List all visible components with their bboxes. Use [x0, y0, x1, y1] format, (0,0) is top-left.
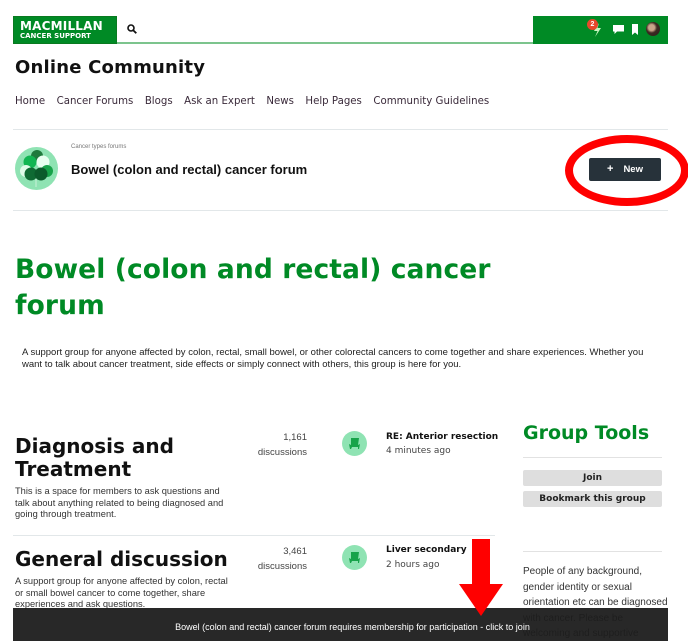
latest-post-link[interactable]: RE: Anterior resection c [386, 432, 498, 442]
armchair-icon [342, 431, 367, 456]
notification-badge: 2 [587, 19, 598, 30]
logo-line-2: CANCER SUPPORT [20, 32, 91, 40]
chat-icon[interactable] [613, 25, 624, 34]
group-divider [13, 535, 495, 536]
logo-line-1: MACMILLAN [20, 19, 103, 33]
nav-blogs[interactable]: Blogs [145, 96, 173, 107]
macmillan-logo[interactable]: MACMILLAN CANCER SUPPORT [13, 16, 117, 44]
page-title: Bowel (colon and rectal) cancer forum [15, 254, 491, 321]
armchair-icon [342, 545, 367, 570]
breadcrumb[interactable]: Cancer types forums [71, 144, 126, 150]
search-bar[interactable] [117, 16, 533, 44]
balloons-icon [15, 147, 58, 190]
nav-help-pages[interactable]: Help Pages [305, 96, 361, 107]
new-button-label: New [623, 164, 643, 175]
latest-post-link[interactable]: Liver secondary [386, 545, 498, 555]
latest-post-time: 4 minutes ago [386, 446, 451, 456]
count-label: discussions [257, 447, 307, 458]
banner-text[interactable]: Bowel (colon and rectal) cancer forum re… [175, 622, 530, 632]
header-divider-bottom [13, 210, 668, 211]
join-button[interactable]: Join [523, 470, 662, 486]
group-item[interactable]: Diagnosis and Treatment This is a space … [15, 431, 498, 535]
nav-community-guidelines[interactable]: Community Guidelines [373, 96, 489, 107]
group-tools-title: Group Tools [523, 422, 650, 444]
membership-banner[interactable]: Bowel (colon and rectal) cancer forum re… [13, 608, 668, 641]
sidebar-divider [523, 457, 662, 458]
bookmark-group-button[interactable]: Bookmark this group [523, 491, 662, 507]
group-title[interactable]: General discussion [15, 548, 235, 571]
discussion-count: 1,161 discussions [247, 430, 307, 460]
count-value: 1,161 [283, 432, 307, 443]
discussion-count: 3,461 discussions [247, 544, 307, 574]
header-divider-top [13, 129, 668, 130]
nav-home[interactable]: Home [15, 96, 45, 107]
plus-icon: + [607, 163, 614, 175]
site-title: Online Community [15, 57, 206, 78]
nav-cancer-forums[interactable]: Cancer Forums [57, 96, 134, 107]
search-icon[interactable] [127, 24, 137, 34]
bookmark-icon[interactable] [632, 24, 638, 35]
new-post-button[interactable]: + New [589, 158, 661, 181]
avatar[interactable] [646, 22, 660, 36]
top-bar: MACMILLAN CANCER SUPPORT 2 [13, 16, 668, 44]
user-toolbar: 2 [533, 16, 668, 44]
count-value: 3,461 [283, 546, 307, 557]
forum-description: A support group for anyone affected by c… [22, 347, 644, 370]
group-description: This is a space for members to ask quest… [15, 486, 224, 519]
latest-post-time: 2 hours ago [386, 560, 440, 570]
forum-name: Bowel (colon and rectal) cancer forum [71, 162, 308, 177]
group-title[interactable]: Diagnosis and Treatment [15, 435, 225, 481]
count-label: discussions [257, 561, 307, 572]
nav-news[interactable]: News [266, 96, 294, 107]
group-description: A support group for anyone affected by c… [15, 576, 228, 609]
main-nav: Home Cancer Forums Blogs Ask an Expert N… [15, 96, 501, 107]
sidebar-divider [523, 551, 662, 552]
nav-ask-an-expert[interactable]: Ask an Expert [184, 96, 255, 107]
